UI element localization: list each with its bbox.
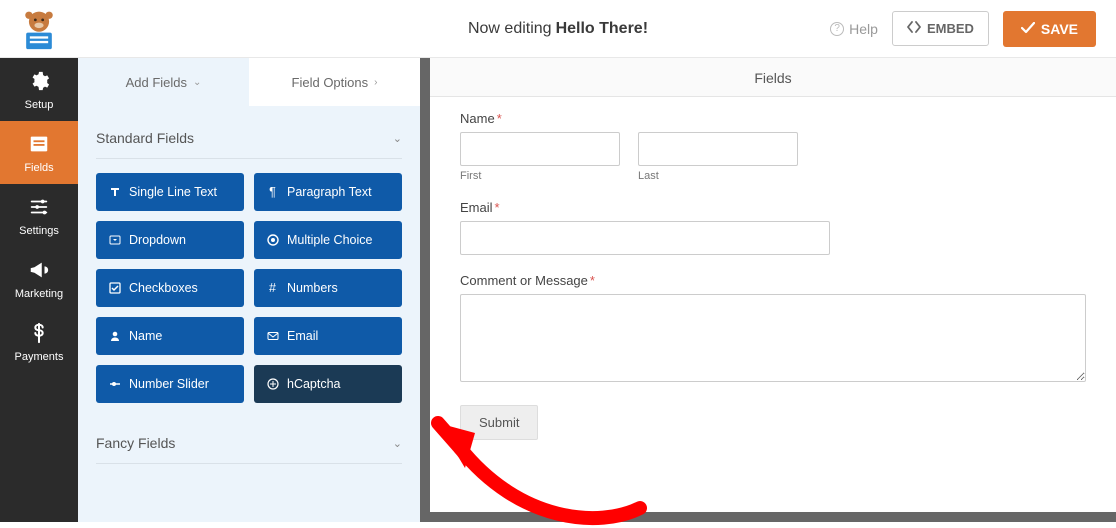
required-mark: *: [590, 273, 595, 288]
group-fancy-fields[interactable]: Fancy Fields ⌄: [96, 421, 402, 464]
envelope-icon: [266, 330, 279, 342]
field-checkboxes[interactable]: Checkboxes: [96, 269, 244, 307]
embed-button[interactable]: EMBED: [892, 11, 989, 46]
form-field-email[interactable]: Email*: [460, 200, 1086, 255]
comment-label: Comment or Message*: [460, 273, 1086, 288]
tab-add-fields[interactable]: Add Fields ⌄: [78, 58, 249, 106]
comment-textarea[interactable]: [460, 294, 1086, 382]
field-email[interactable]: Email: [254, 317, 402, 355]
last-name-input[interactable]: [638, 132, 798, 166]
form-field-comment[interactable]: Comment or Message*: [460, 273, 1086, 387]
panel-tabs: Add Fields ⌄ Field Options ›: [78, 58, 420, 106]
field-number-slider[interactable]: Number Slider: [96, 365, 244, 403]
check-icon: [1021, 21, 1035, 37]
slider-icon: [108, 378, 121, 390]
code-icon: [907, 21, 921, 36]
form-name: Hello There!: [556, 20, 648, 38]
submit-button[interactable]: Submit: [460, 405, 538, 440]
chevron-down-icon: ⌄: [393, 132, 402, 145]
fields-panel: Add Fields ⌄ Field Options › Standard Fi…: [78, 58, 430, 522]
text-icon: [108, 186, 121, 198]
name-label: Name*: [460, 111, 1086, 126]
dollar-icon: [4, 322, 74, 347]
field-paragraph-text[interactable]: ¶ Paragraph Text: [254, 173, 402, 211]
form-icon: [4, 133, 74, 158]
page-title: Now editing Hello There!: [468, 20, 648, 38]
field-dropdown[interactable]: Dropdown: [96, 221, 244, 259]
user-icon: [108, 330, 121, 342]
field-numbers[interactable]: # Numbers: [254, 269, 402, 307]
chevron-right-icon: ›: [374, 77, 377, 88]
save-button[interactable]: SAVE: [1003, 11, 1096, 47]
help-icon: ?: [830, 22, 844, 36]
radio-icon: [266, 234, 279, 246]
first-name-input[interactable]: [460, 132, 620, 166]
field-hcaptcha[interactable]: hCaptcha: [254, 365, 402, 403]
panel-scroll[interactable]: Standard Fields ⌄ Single Line Text ¶ Par…: [78, 106, 420, 522]
nav-fields[interactable]: Fields: [0, 121, 78, 184]
first-sublabel: First: [460, 170, 620, 182]
email-input[interactable]: [460, 221, 830, 255]
group-standard-fields[interactable]: Standard Fields ⌄: [96, 116, 402, 159]
hash-icon: #: [266, 281, 279, 295]
dropdown-icon: [108, 234, 121, 246]
editing-prefix: Now editing: [468, 20, 552, 38]
form-field-name[interactable]: Name* First Last: [460, 111, 1086, 182]
left-nav: Setup Fields Settings Marketing: [0, 58, 78, 522]
help-link[interactable]: ? Help: [830, 21, 878, 37]
chevron-down-icon: ⌄: [393, 437, 402, 450]
gear-icon: [4, 70, 74, 95]
nav-payments[interactable]: Payments: [0, 310, 78, 373]
field-multiple-choice[interactable]: Multiple Choice: [254, 221, 402, 259]
preview-body: Name* First Last: [430, 97, 1116, 512]
field-single-line-text[interactable]: Single Line Text: [96, 173, 244, 211]
megaphone-icon: [4, 259, 74, 284]
shield-icon: [266, 378, 279, 390]
checkbox-icon: [108, 282, 121, 294]
nav-setup[interactable]: Setup: [0, 58, 78, 121]
paragraph-icon: ¶: [266, 185, 279, 199]
tab-field-options[interactable]: Field Options ›: [249, 58, 420, 106]
chevron-down-icon: ⌄: [193, 77, 201, 88]
required-mark: *: [495, 200, 500, 215]
topbar: Now editing Hello There! ? Help EMBED SA…: [0, 0, 1116, 58]
field-name[interactable]: Name: [96, 317, 244, 355]
last-sublabel: Last: [638, 170, 798, 182]
nav-settings[interactable]: Settings: [0, 184, 78, 247]
logo: [0, 0, 78, 58]
sliders-icon: [4, 196, 74, 221]
preview-area: Fields Name* First Last: [430, 58, 1116, 522]
required-mark: *: [497, 111, 502, 126]
email-label: Email*: [460, 200, 1086, 215]
nav-marketing[interactable]: Marketing: [0, 247, 78, 310]
preview-header: Fields: [430, 58, 1116, 97]
